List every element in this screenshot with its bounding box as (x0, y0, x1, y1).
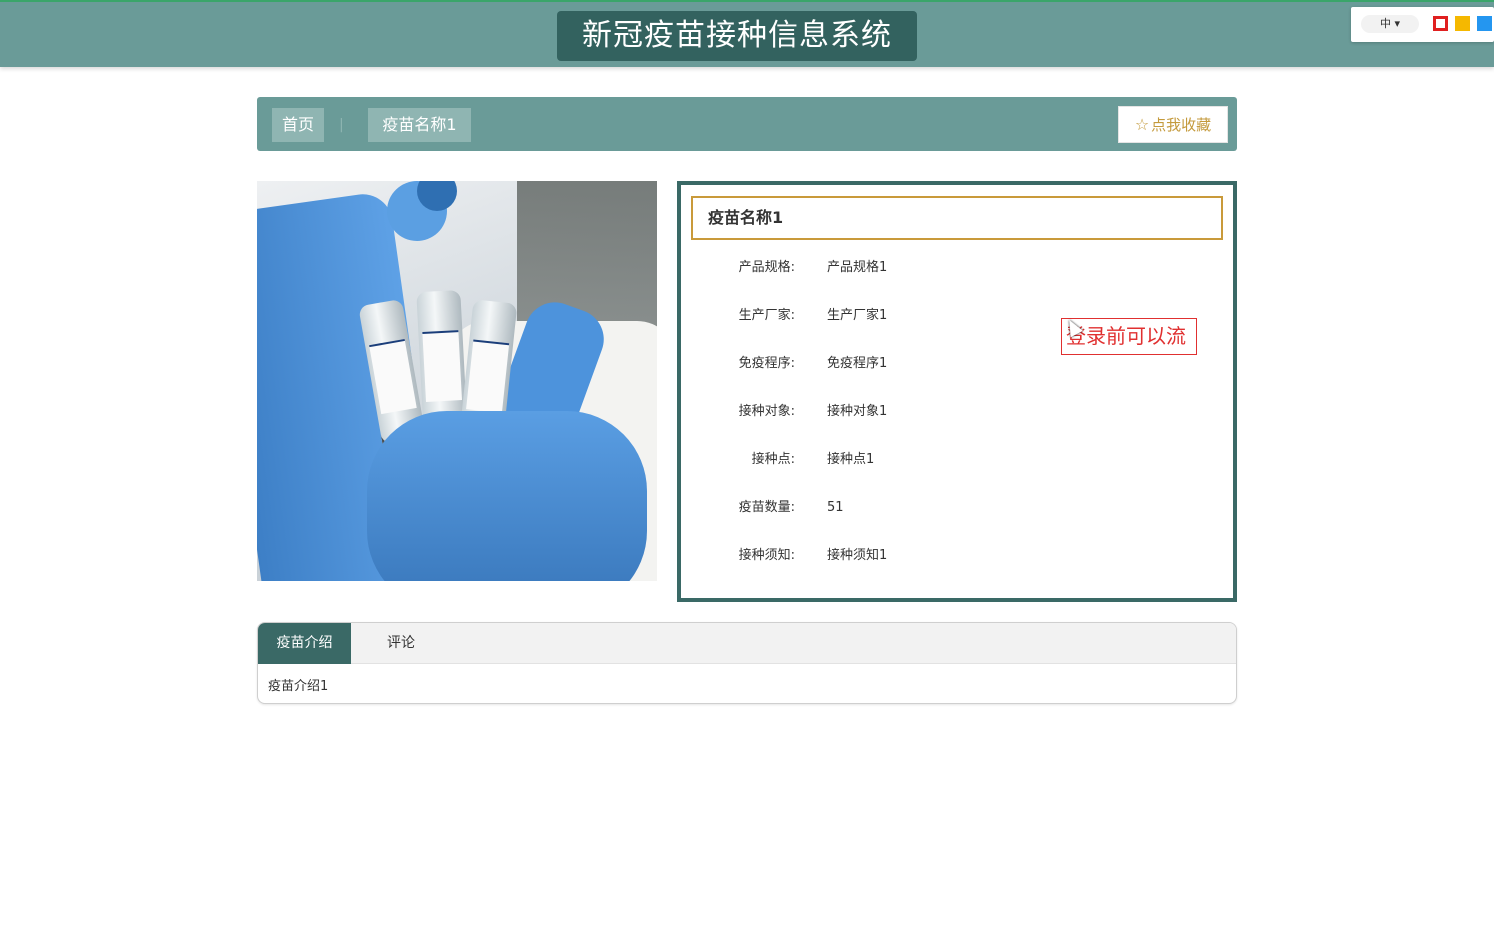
breadcrumb: 首页 | 疫苗名称1 ☆ 点我收藏 (257, 97, 1237, 151)
red-square-icon[interactable] (1433, 16, 1448, 31)
info-label: 免疫程序: (738, 356, 795, 371)
top-header: 新冠疫苗接种信息系统 中 ▾ (0, 0, 1494, 67)
info-label: 接种须知: (738, 548, 795, 563)
info-label: 产品规格: (738, 260, 795, 275)
tab-comments[interactable]: 评论 (351, 623, 451, 664)
info-label: 接种对象: (738, 404, 795, 419)
info-value: 免疫程序1 (827, 356, 888, 371)
login-notice-marquee: 登录前可以流 (1061, 318, 1197, 355)
tab-intro[interactable]: 疫苗介绍 (258, 623, 351, 664)
breadcrumb-home-link[interactable]: 首页 (272, 108, 324, 142)
blue-square-icon[interactable] (1477, 16, 1492, 31)
info-value: 接种点1 (827, 452, 875, 467)
info-value: 产品规格1 (827, 260, 888, 275)
detail-tabs: 疫苗介绍 评论 疫苗介绍1 (257, 622, 1237, 704)
info-label: 接种点: (751, 452, 795, 467)
info-value: 接种须知1 (827, 548, 888, 563)
browser-extension-toolbar: 中 ▾ (1351, 7, 1494, 42)
language-selector[interactable]: 中 ▾ (1361, 15, 1419, 33)
info-value: 51 (827, 500, 844, 515)
product-info-panel: 疫苗名称1 产品规格: 产品规格1 生产厂家: 生产厂家1 免疫程序: 免疫程序… (677, 181, 1237, 602)
info-label: 疫苗数量: (738, 500, 795, 515)
tab-content: 疫苗介绍1 (268, 679, 329, 694)
yellow-square-icon[interactable] (1455, 16, 1470, 31)
star-outline-icon: ☆ (1134, 115, 1150, 134)
breadcrumb-current[interactable]: 疫苗名称1 (368, 108, 471, 142)
favorite-button-label: 点我收藏 (1151, 116, 1212, 134)
vaccine-photo (257, 181, 657, 581)
product-name: 疫苗名称1 (691, 196, 1223, 240)
info-value: 接种对象1 (827, 404, 888, 419)
tabs-header: 疫苗介绍 评论 (258, 623, 1236, 664)
site-title: 新冠疫苗接种信息系统 (557, 11, 917, 61)
favorite-button[interactable]: ☆ 点我收藏 (1118, 106, 1228, 143)
breadcrumb-separator: | (339, 117, 344, 133)
info-label: 生产厂家: (738, 308, 795, 323)
